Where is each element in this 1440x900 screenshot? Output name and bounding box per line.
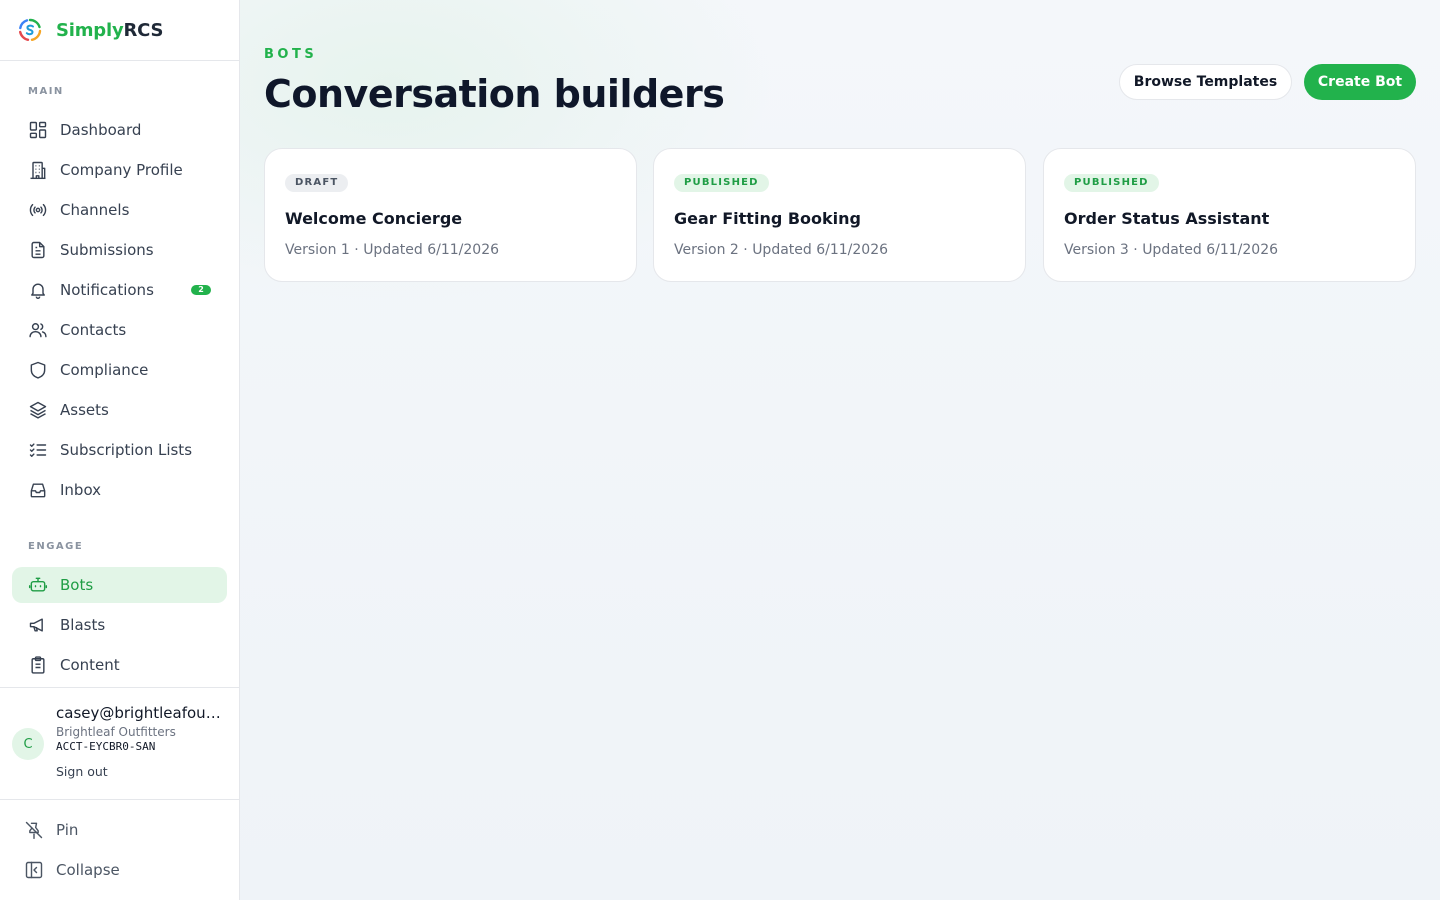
brand-name-part2: RCS xyxy=(123,19,164,41)
bot-meta: Version 3 · Updated 6/11/2026 xyxy=(1064,242,1279,258)
bot-name: Order Status Assistant xyxy=(1064,209,1270,228)
building-icon xyxy=(30,161,46,180)
simplyrcs-logo-icon xyxy=(19,18,42,41)
bell-icon xyxy=(31,283,45,299)
bot-meta: Version 2 · Updated 6/11/2026 xyxy=(674,242,889,258)
sidebar-item-assets[interactable]: Assets xyxy=(12,392,227,428)
sidebar-item-subscription-lists[interactable]: Subscription Lists xyxy=(12,432,227,468)
users-icon xyxy=(29,323,47,338)
sidebar-item-label: Assets xyxy=(60,401,109,419)
page-eyebrow: Bots xyxy=(264,47,318,62)
brand[interactable]: SimplyRCS xyxy=(0,0,239,61)
sidebar-item-company-profile[interactable]: Company Profile xyxy=(12,152,227,188)
dashboard-icon xyxy=(29,121,47,139)
user-panel: C casey@brightleafoutfitters.com Brightl… xyxy=(0,687,239,800)
avatar: C xyxy=(12,728,44,760)
layers-icon xyxy=(29,401,47,419)
bot-meta: Version 1 · Updated 6/11/2026 xyxy=(285,242,500,258)
user-email: casey@brightleafoutfitters.com xyxy=(56,704,226,722)
sidebar-item-dashboard[interactable]: Dashboard xyxy=(12,112,227,148)
bot-name: Gear Fitting Booking xyxy=(674,209,861,228)
brand-name-part1: Simply xyxy=(56,19,124,41)
sidebar-item-label: Channels xyxy=(60,201,130,219)
main-content: Bots Conversation builders Browse Templa… xyxy=(240,0,1440,900)
collapse-label: Collapse xyxy=(56,861,120,879)
sidebar-item-label: Bots xyxy=(60,576,94,594)
sidebar-item-contacts[interactable]: Contacts xyxy=(12,312,227,348)
sidebar-item-label: Notifications xyxy=(60,281,154,299)
sidebar-item-compliance[interactable]: Compliance xyxy=(12,352,227,388)
sidebar-item-label: Contacts xyxy=(60,321,127,339)
sidebar-item-label: Company Profile xyxy=(60,161,183,179)
sidebar-item-bots[interactable]: Bots xyxy=(12,567,227,603)
page-title: Conversation builders xyxy=(264,72,725,116)
sidebar-item-label: Dashboard xyxy=(60,121,142,139)
pin-sidebar-button[interactable]: Pin xyxy=(24,818,78,842)
sign-out-link[interactable]: Sign out xyxy=(56,764,108,779)
user-organization: Brightleaf Outfitters xyxy=(56,725,176,739)
notifications-count-badge: 2 xyxy=(191,285,211,295)
megaphone-icon xyxy=(29,618,43,632)
bot-card[interactable]: Draft Welcome Concierge Version 1 · Upda… xyxy=(264,148,637,282)
inbox-icon xyxy=(30,483,46,498)
sidebar-item-label: Blasts xyxy=(60,616,106,634)
collapse-sidebar-button[interactable]: Collapse xyxy=(24,858,120,882)
status-badge: Published xyxy=(674,174,769,192)
sidebar-item-label: Subscription Lists xyxy=(60,441,193,459)
sidebar-item-label: Submissions xyxy=(60,241,154,259)
sidebar-item-label: Content xyxy=(60,656,120,674)
sidebar-item-submissions[interactable]: Submissions xyxy=(12,232,227,268)
sidebar-item-label: Inbox xyxy=(60,481,102,499)
bot-card[interactable]: Published Gear Fitting Booking Version 2… xyxy=(653,148,1026,282)
pin-label: Pin xyxy=(56,821,79,839)
sidebar-item-content[interactable]: Content xyxy=(12,647,227,683)
sidebar-item-channels[interactable]: Channels xyxy=(12,192,227,228)
sidebar-item-label: Compliance xyxy=(60,361,149,379)
pin-off-icon xyxy=(25,821,43,840)
bot-icon xyxy=(28,577,48,592)
broadcast-icon xyxy=(29,203,47,217)
account-id: ACCT-EYCBR0-SAN xyxy=(56,740,156,753)
nav-section-engage: Engage xyxy=(28,541,84,552)
list-check-icon xyxy=(29,443,47,457)
sidebar-item-inbox[interactable]: Inbox xyxy=(12,472,227,508)
document-icon xyxy=(31,241,45,259)
nav-section-main: Main xyxy=(28,86,64,97)
browse-templates-button[interactable]: Browse Templates xyxy=(1119,64,1292,100)
sidebar-item-blasts[interactable]: Blasts xyxy=(12,607,227,643)
clipboard-icon xyxy=(31,656,45,674)
brand-name: SimplyRCS xyxy=(56,20,163,41)
sidebar-item-notifications[interactable]: Notifications 2 xyxy=(12,272,227,308)
status-badge: Published xyxy=(1064,174,1159,192)
bot-card[interactable]: Published Order Status Assistant Version… xyxy=(1043,148,1416,282)
create-bot-button[interactable]: Create Bot xyxy=(1304,64,1416,100)
status-badge: Draft xyxy=(285,174,349,192)
panel-collapse-icon xyxy=(25,861,43,879)
shield-icon xyxy=(30,361,46,379)
sidebar: SimplyRCS Main Dashboard Company Profile… xyxy=(0,0,240,900)
bot-name: Welcome Concierge xyxy=(285,209,463,228)
